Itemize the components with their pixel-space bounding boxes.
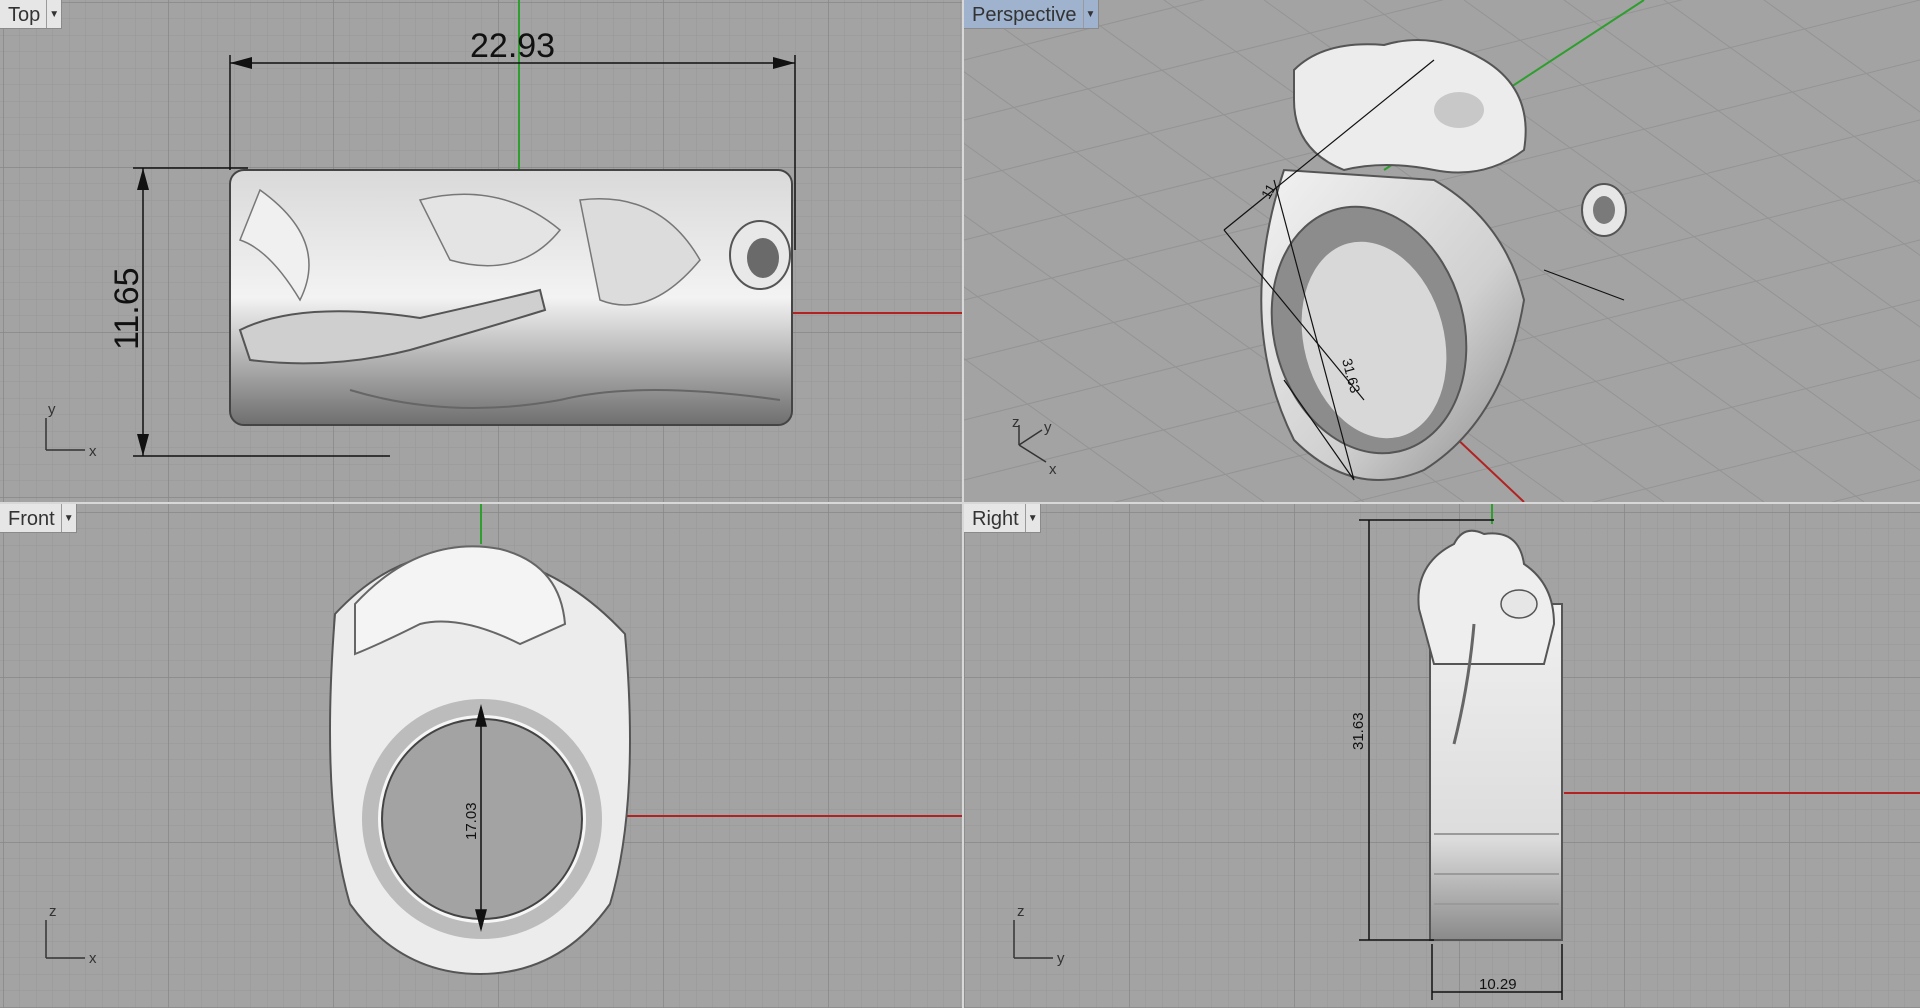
- chevron-down-icon[interactable]: ▼: [1024, 504, 1040, 532]
- grid-perspective: [964, 0, 1920, 502]
- viewport-tab-perspective[interactable]: Perspective ▼: [964, 0, 1099, 29]
- ring-model-top: [229, 169, 793, 426]
- viewport-tab-front[interactable]: Front ▼: [0, 504, 77, 533]
- chevron-down-icon[interactable]: ▼: [60, 504, 76, 532]
- rhino-4-viewport-layout: 22.93 11.65 y x Top ▼ 11 31.63 z y x Per…: [0, 0, 1920, 1008]
- viewport-right[interactable]: 31.63 10.29 z y Right ▼: [964, 504, 1920, 1008]
- viewport-splitter-horizontal[interactable]: [0, 502, 1920, 504]
- chevron-down-icon[interactable]: ▼: [1082, 0, 1098, 28]
- viewport-front[interactable]: 17.03 z x Front ▼: [0, 504, 962, 1008]
- viewport-top[interactable]: 22.93 11.65 y x Top ▼: [0, 0, 962, 502]
- viewport-perspective[interactable]: 11 31.63 z y x Perspective ▼: [964, 0, 1920, 502]
- grid-right: [964, 504, 1920, 1008]
- viewport-tab-top[interactable]: Top ▼: [0, 0, 63, 29]
- grid-front: [0, 504, 962, 1008]
- grid-top: [0, 0, 962, 502]
- viewport-title: Perspective: [972, 4, 1077, 26]
- viewport-title: Top: [8, 4, 41, 26]
- ring-model-right: [1417, 529, 1563, 941]
- viewport-tab-right[interactable]: Right ▼: [964, 504, 1041, 533]
- viewport-title: Right: [972, 508, 1019, 530]
- chevron-down-icon[interactable]: ▼: [46, 0, 61, 28]
- viewport-title: Front: [8, 508, 55, 530]
